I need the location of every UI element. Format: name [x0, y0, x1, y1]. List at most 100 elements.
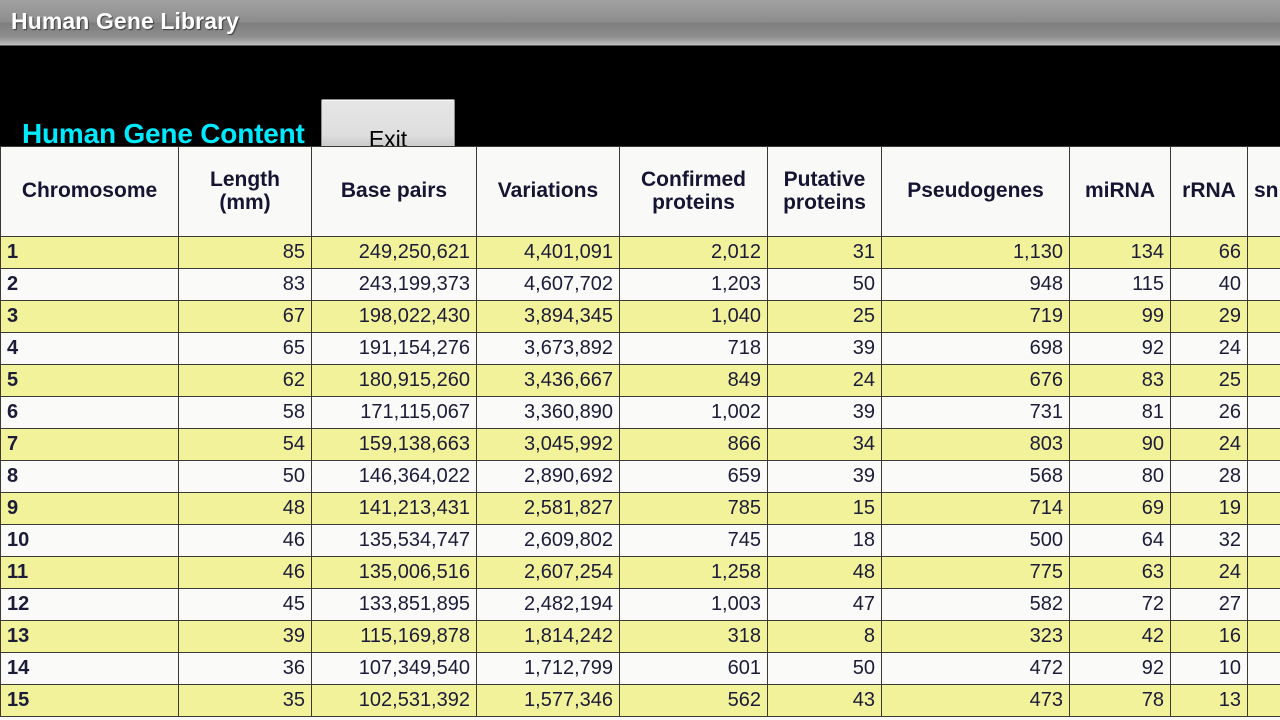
- cell-variations[interactable]: 3,894,345: [476, 300, 620, 333]
- table-row[interactable]: 2 83 243,199,373 4,607,702 1,203 50 948 115 40: [0, 268, 1280, 301]
- cell-rrna[interactable]: 16: [1170, 620, 1248, 653]
- cell-confirmed-proteins[interactable]: 866: [619, 428, 768, 461]
- cell-snrna[interactable]: [1247, 588, 1280, 621]
- cell-confirmed-proteins[interactable]: 1,040: [619, 300, 768, 333]
- cell-pseudogenes[interactable]: 582: [881, 588, 1070, 621]
- cell-chromosome[interactable]: 2: [0, 268, 179, 301]
- cell-mirna[interactable]: 80: [1069, 460, 1171, 493]
- cell-pseudogenes[interactable]: 775: [881, 556, 1070, 589]
- cell-variations[interactable]: 2,609,802: [476, 524, 620, 557]
- cell-pseudogenes[interactable]: 568: [881, 460, 1070, 493]
- cell-snrna[interactable]: [1247, 684, 1280, 717]
- column-header-chromosome[interactable]: Chromosome: [0, 146, 179, 237]
- cell-rrna[interactable]: 28: [1170, 460, 1248, 493]
- cell-length[interactable]: 48: [178, 492, 312, 525]
- cell-pseudogenes[interactable]: 731: [881, 396, 1070, 429]
- cell-mirna[interactable]: 99: [1069, 300, 1171, 333]
- cell-mirna[interactable]: 69: [1069, 492, 1171, 525]
- cell-length[interactable]: 46: [178, 524, 312, 557]
- cell-chromosome[interactable]: 6: [0, 396, 179, 429]
- column-header-putative-proteins[interactable]: Putative proteins: [767, 146, 882, 237]
- cell-variations[interactable]: 1,814,242: [476, 620, 620, 653]
- cell-chromosome[interactable]: 9: [0, 492, 179, 525]
- cell-pseudogenes[interactable]: 948: [881, 268, 1070, 301]
- cell-length[interactable]: 39: [178, 620, 312, 653]
- cell-chromosome[interactable]: 3: [0, 300, 179, 333]
- cell-putative-proteins[interactable]: 50: [767, 652, 882, 685]
- cell-mirna[interactable]: 42: [1069, 620, 1171, 653]
- cell-putative-proteins[interactable]: 31: [767, 236, 882, 269]
- cell-rrna[interactable]: 24: [1170, 332, 1248, 365]
- cell-confirmed-proteins[interactable]: 1,258: [619, 556, 768, 589]
- cell-confirmed-proteins[interactable]: 601: [619, 652, 768, 685]
- column-header-snrna[interactable]: sn: [1247, 146, 1280, 237]
- cell-variations[interactable]: 4,401,091: [476, 236, 620, 269]
- cell-variations[interactable]: 2,890,692: [476, 460, 620, 493]
- cell-chromosome[interactable]: 1: [0, 236, 179, 269]
- table-row[interactable]: 15 35 102,531,392 1,577,346 562 43 473 78 13: [0, 684, 1280, 717]
- cell-rrna[interactable]: 29: [1170, 300, 1248, 333]
- cell-putative-proteins[interactable]: 50: [767, 268, 882, 301]
- cell-pseudogenes[interactable]: 473: [881, 684, 1070, 717]
- cell-mirna[interactable]: 83: [1069, 364, 1171, 397]
- cell-chromosome[interactable]: 14: [0, 652, 179, 685]
- cell-mirna[interactable]: 92: [1069, 652, 1171, 685]
- table-row[interactable]: 13 39 115,169,878 1,814,242 318 8 323 42 16: [0, 620, 1280, 653]
- cell-confirmed-proteins[interactable]: 562: [619, 684, 768, 717]
- cell-rrna[interactable]: 26: [1170, 396, 1248, 429]
- cell-length[interactable]: 35: [178, 684, 312, 717]
- cell-rrna[interactable]: 40: [1170, 268, 1248, 301]
- cell-putative-proteins[interactable]: 15: [767, 492, 882, 525]
- cell-base-pairs[interactable]: 141,213,431: [311, 492, 477, 525]
- cell-chromosome[interactable]: 11: [0, 556, 179, 589]
- cell-mirna[interactable]: 64: [1069, 524, 1171, 557]
- column-header-base-pairs[interactable]: Base pairs: [311, 146, 477, 237]
- cell-chromosome[interactable]: 8: [0, 460, 179, 493]
- cell-snrna[interactable]: [1247, 556, 1280, 589]
- cell-rrna[interactable]: 32: [1170, 524, 1248, 557]
- cell-confirmed-proteins[interactable]: 659: [619, 460, 768, 493]
- cell-putative-proteins[interactable]: 39: [767, 460, 882, 493]
- cell-variations[interactable]: 3,045,992: [476, 428, 620, 461]
- cell-pseudogenes[interactable]: 472: [881, 652, 1070, 685]
- column-header-variations[interactable]: Variations: [476, 146, 620, 237]
- cell-pseudogenes[interactable]: 698: [881, 332, 1070, 365]
- cell-snrna[interactable]: [1247, 492, 1280, 525]
- cell-chromosome[interactable]: 13: [0, 620, 179, 653]
- cell-base-pairs[interactable]: 198,022,430: [311, 300, 477, 333]
- cell-snrna[interactable]: [1247, 268, 1280, 301]
- cell-mirna[interactable]: 134: [1069, 236, 1171, 269]
- cell-confirmed-proteins[interactable]: 1,002: [619, 396, 768, 429]
- cell-rrna[interactable]: 19: [1170, 492, 1248, 525]
- cell-rrna[interactable]: 27: [1170, 588, 1248, 621]
- cell-pseudogenes[interactable]: 714: [881, 492, 1070, 525]
- cell-rrna[interactable]: 25: [1170, 364, 1248, 397]
- cell-putative-proteins[interactable]: 25: [767, 300, 882, 333]
- cell-rrna[interactable]: 24: [1170, 428, 1248, 461]
- cell-mirna[interactable]: 81: [1069, 396, 1171, 429]
- table-row[interactable]: 14 36 107,349,540 1,712,799 601 50 472 92 10: [0, 652, 1280, 685]
- cell-base-pairs[interactable]: 180,915,260: [311, 364, 477, 397]
- cell-base-pairs[interactable]: 249,250,621: [311, 236, 477, 269]
- cell-base-pairs[interactable]: 115,169,878: [311, 620, 477, 653]
- cell-variations[interactable]: 2,607,254: [476, 556, 620, 589]
- cell-variations[interactable]: 1,712,799: [476, 652, 620, 685]
- cell-variations[interactable]: 4,607,702: [476, 268, 620, 301]
- cell-mirna[interactable]: 72: [1069, 588, 1171, 621]
- cell-putative-proteins[interactable]: 39: [767, 332, 882, 365]
- cell-variations[interactable]: 1,577,346: [476, 684, 620, 717]
- cell-pseudogenes[interactable]: 719: [881, 300, 1070, 333]
- cell-putative-proteins[interactable]: 39: [767, 396, 882, 429]
- cell-variations[interactable]: 2,482,194: [476, 588, 620, 621]
- cell-putative-proteins[interactable]: 34: [767, 428, 882, 461]
- cell-putative-proteins[interactable]: 24: [767, 364, 882, 397]
- cell-putative-proteins[interactable]: 18: [767, 524, 882, 557]
- column-header-length[interactable]: Length (mm): [178, 146, 312, 237]
- cell-snrna[interactable]: [1247, 396, 1280, 429]
- cell-putative-proteins[interactable]: 43: [767, 684, 882, 717]
- table-row[interactable]: 9 48 141,213,431 2,581,827 785 15 714 69 19: [0, 492, 1280, 525]
- cell-length[interactable]: 85: [178, 236, 312, 269]
- cell-length[interactable]: 45: [178, 588, 312, 621]
- cell-variations[interactable]: 2,581,827: [476, 492, 620, 525]
- table-row[interactable]: 3 67 198,022,430 3,894,345 1,040 25 719 99 29: [0, 300, 1280, 333]
